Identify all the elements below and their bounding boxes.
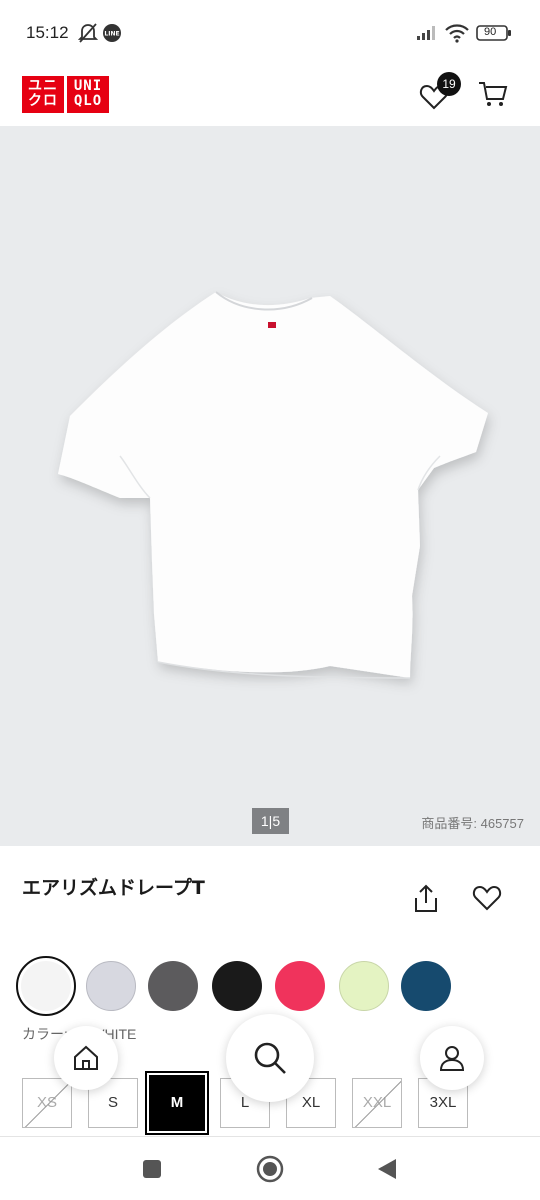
color-swatch-pink[interactable] xyxy=(275,961,325,1011)
system-nav-bar xyxy=(0,1136,540,1200)
wifi-icon xyxy=(444,23,470,47)
recents-icon[interactable] xyxy=(142,1159,162,1183)
color-swatch-light-green[interactable] xyxy=(339,961,389,1011)
back-icon[interactable] xyxy=(376,1157,398,1185)
heart-icon xyxy=(472,885,502,916)
logo-latin: UNI QLO xyxy=(67,76,109,113)
svg-text:LINE: LINE xyxy=(104,31,119,38)
uniqlo-logo[interactable]: ユニ クロ UNI QLO xyxy=(22,76,109,113)
gallery-pager: 1|5 xyxy=(252,808,289,834)
color-swatch-dark-gray[interactable] xyxy=(148,961,198,1011)
color-swatch-blue[interactable] xyxy=(401,961,451,1011)
color-swatch-white[interactable] xyxy=(16,956,76,1016)
app-header: ユニ クロ UNI QLO 19 xyxy=(0,64,540,126)
product-image-gallery[interactable]: 1|5 商品番号: 465757 xyxy=(0,126,540,846)
status-time: 15:12 xyxy=(26,23,69,42)
product-number: 商品番号: 465757 xyxy=(421,816,524,831)
product-title: エアリズムドレープT xyxy=(22,877,205,899)
account-button[interactable] xyxy=(420,1026,484,1090)
signal-icon xyxy=(416,25,438,45)
home-circle-icon[interactable] xyxy=(256,1155,284,1187)
battery-level: 90 xyxy=(484,26,497,38)
share-icon xyxy=(412,884,440,918)
search-button[interactable] xyxy=(226,1014,314,1102)
favorite-button[interactable] xyxy=(472,884,504,914)
size-option-xxl[interactable]: XXL xyxy=(352,1078,402,1128)
cart-icon xyxy=(478,82,508,112)
line-app-icon: LINE xyxy=(103,24,121,46)
color-swatches xyxy=(16,956,536,1016)
status-bar: 15:12 LINE 90 xyxy=(0,0,540,64)
color-swatch-black[interactable] xyxy=(212,961,262,1011)
size-option-m[interactable]: M xyxy=(149,1075,205,1131)
home-button[interactable] xyxy=(54,1026,118,1090)
bell-off-icon xyxy=(77,22,99,48)
color-swatch-light-gray[interactable] xyxy=(86,961,136,1011)
size-option-xs[interactable]: XS xyxy=(22,1078,72,1128)
logo-katakana: ユニ クロ xyxy=(22,76,64,113)
wishlist-count-badge: 19 xyxy=(437,72,461,96)
share-button[interactable] xyxy=(412,884,442,914)
cart-button[interactable] xyxy=(478,80,510,110)
product-image xyxy=(58,291,488,679)
